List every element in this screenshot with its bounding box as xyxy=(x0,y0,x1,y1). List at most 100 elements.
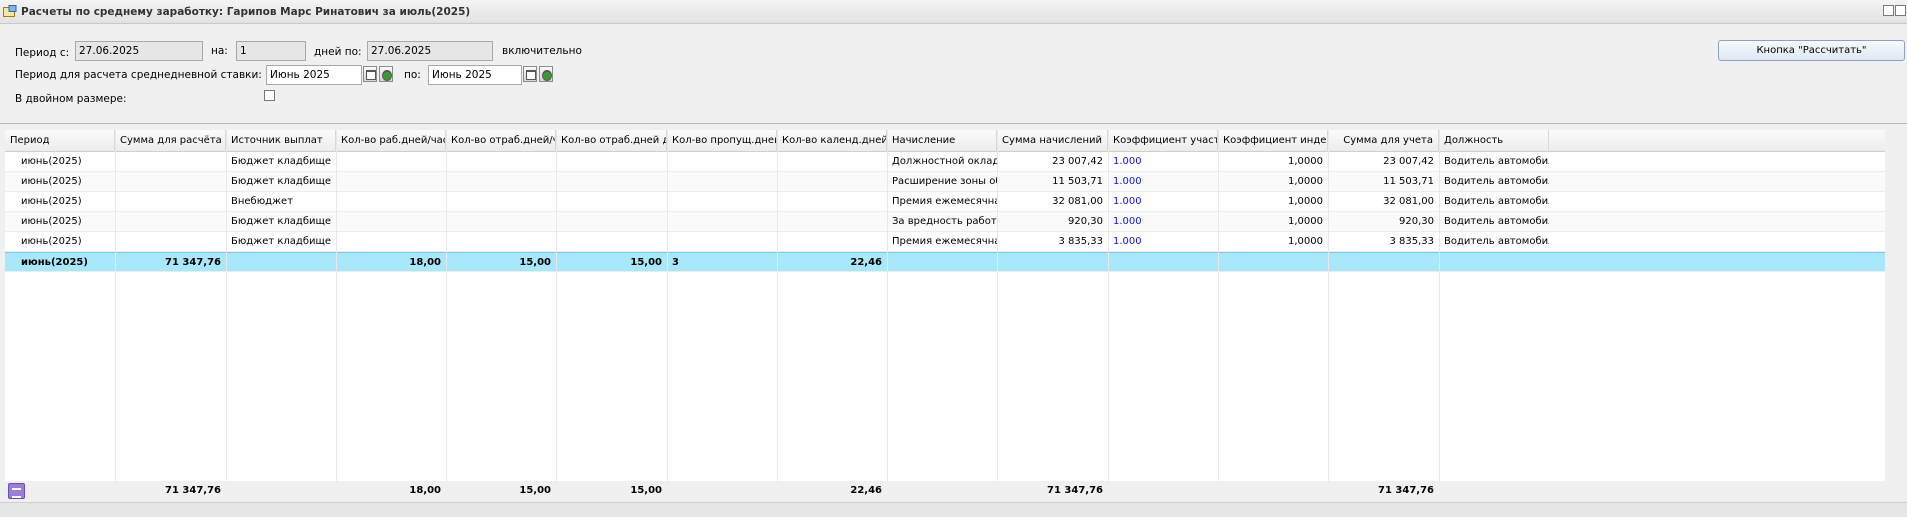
table-cell xyxy=(115,192,226,212)
table-cell xyxy=(226,253,336,273)
column-header[interactable]: Начисление xyxy=(887,130,997,152)
table-cell xyxy=(887,253,997,273)
table-cell xyxy=(115,212,226,232)
column-header[interactable]: Кол-во раб.дней/часов xyxy=(336,130,446,152)
restore-window-button[interactable] xyxy=(1883,5,1894,16)
table-cell: 22,46 xyxy=(850,257,882,268)
table-cell xyxy=(667,212,777,232)
column-header[interactable]: Сумма для расчёта xyxy=(115,130,226,152)
on-label: на: xyxy=(211,45,228,57)
column-header[interactable]: Кол-во календ.дней xyxy=(777,130,887,152)
table-cell: 920,30 xyxy=(1068,216,1103,227)
table-cell xyxy=(556,192,667,212)
column-divider xyxy=(115,130,116,481)
refresh-picker-icon[interactable] xyxy=(379,66,393,82)
days-to-field[interactable]: 27.06.2025 xyxy=(367,41,493,61)
double-size-checkbox[interactable] xyxy=(264,90,275,101)
table-cell xyxy=(446,152,556,172)
table-cell: Бюджет кладбище xyxy=(231,236,332,247)
table-cell: 15,00 xyxy=(630,257,662,268)
table-cell xyxy=(777,172,887,192)
to-label: по: xyxy=(404,69,421,81)
table-cell xyxy=(336,172,446,192)
calendar-picker-icon[interactable] xyxy=(363,66,377,82)
table-cell: 1.000 xyxy=(1113,176,1142,187)
column-header[interactable]: Источник выплат xyxy=(226,130,336,152)
table-footer-totals: 71 347,76 18,00 15,00 15,00 22,46 71 347,76 71… xyxy=(5,481,1885,501)
table-header: Период Сумма для расчёта Источник выплат Ко… xyxy=(5,130,1885,152)
column-header[interactable]: Коэффициент индексац... xyxy=(1218,130,1328,152)
calculate-button[interactable]: Кнопка "Рассчитать" xyxy=(1718,40,1905,61)
table-cell xyxy=(997,253,1108,273)
close-window-button[interactable] xyxy=(1895,5,1906,16)
column-header[interactable]: Кол-во пропущ.дней xyxy=(667,130,777,152)
table-cell: июнь(2025) xyxy=(21,176,82,187)
column-divider xyxy=(336,130,337,481)
table-cell: июнь(2025) xyxy=(21,257,88,268)
table-cell: 15,00 xyxy=(519,257,551,268)
table-cell: 1,0000 xyxy=(1288,236,1323,247)
table-row[interactable]: июнь(2025) Внебюджет Премия ежемесячная (с… xyxy=(5,192,1885,212)
table-cell xyxy=(336,192,446,212)
table-cell xyxy=(115,152,226,172)
horizontal-scrollbar[interactable] xyxy=(0,502,1907,517)
table-cell: Бюджет кладбище xyxy=(231,156,332,167)
refresh-picker-icon[interactable] xyxy=(539,66,553,82)
table-cell xyxy=(446,212,556,232)
avg-period-from-field[interactable]: Июнь 2025 xyxy=(266,65,362,85)
footer-total-cell: 18,00 xyxy=(409,485,441,496)
table-cell xyxy=(556,172,667,192)
table-cell: июнь(2025) xyxy=(21,196,82,207)
column-header[interactable]: Сумма для учета xyxy=(1328,130,1439,152)
table-row[interactable]: июнь(2025) Бюджет кладбище Должностной окл… xyxy=(5,152,1885,172)
table-cell: 23 007,42 xyxy=(1383,156,1434,167)
table-cell: За вредность работы xyxy=(892,216,997,227)
column-divider xyxy=(1108,130,1109,481)
table-cell xyxy=(777,212,887,232)
footer-total-cell: 71 347,76 xyxy=(165,485,221,496)
column-divider xyxy=(1328,130,1329,481)
column-header[interactable]: Сумма начислений xyxy=(997,130,1108,152)
table-cell: 1,0000 xyxy=(1288,196,1323,207)
table-cell: 32 081,00 xyxy=(1383,196,1434,207)
table-cell xyxy=(1218,253,1328,273)
table-cell: Должностной оклад xyxy=(892,156,997,167)
period-from-field[interactable]: 27.06.2025 xyxy=(75,41,203,61)
table-cell: 1,0000 xyxy=(1288,156,1323,167)
table-total-row[interactable]: июнь(2025) 71 347,76 18,00 15,00 15,00 3 22,46 xyxy=(5,252,1885,272)
avg-period-to-field[interactable]: Июнь 2025 xyxy=(428,65,522,85)
column-header[interactable]: Кол-во отраб.дней/часов xyxy=(446,130,556,152)
double-size-label: В двойном размере: xyxy=(15,93,127,105)
column-header[interactable]: Должность xyxy=(1439,130,1549,152)
table-cell xyxy=(667,172,777,192)
inclusive-label: включительно xyxy=(502,45,582,57)
table-row[interactable]: июнь(2025) Бюджет кладбище Премия ежемесяч… xyxy=(5,232,1885,252)
table-row[interactable]: июнь(2025) Бюджет кладбище Расширение зоны… xyxy=(5,172,1885,192)
column-divider xyxy=(1218,130,1219,481)
column-header[interactable]: Коэффициент участия xyxy=(1108,130,1218,152)
table-cell xyxy=(336,232,446,252)
window-title: Расчеты по среднему заработку: Гарипов М… xyxy=(21,6,471,18)
footer-total-cell: 15,00 xyxy=(519,485,551,496)
table-cell xyxy=(446,192,556,212)
footer-total-cell: 71 347,76 xyxy=(1047,485,1103,496)
avg-period-label: Период для расчета среднедневной ставки: xyxy=(15,69,262,81)
column-header[interactable]: Кол-во отраб.дней для ... xyxy=(556,130,667,152)
table-cell: 23 007,42 xyxy=(1052,156,1103,167)
table-row[interactable]: июнь(2025) Бюджет кладбище За вредность ра… xyxy=(5,212,1885,232)
table-cell: 71 347,76 xyxy=(165,257,221,268)
table-cell xyxy=(446,232,556,252)
column-header[interactable]: Период xyxy=(5,130,115,152)
table-cell: 1.000 xyxy=(1113,216,1142,227)
days-count-field[interactable]: 1 xyxy=(236,41,306,61)
table-cell xyxy=(446,172,556,192)
column-divider xyxy=(887,130,888,481)
column-divider xyxy=(777,130,778,481)
summary-toggle-icon[interactable] xyxy=(8,483,25,499)
table-cell: июнь(2025) xyxy=(21,216,82,227)
calendar-picker-icon[interactable] xyxy=(523,66,537,82)
table-cell xyxy=(777,232,887,252)
table-cell: 1.000 xyxy=(1113,236,1142,247)
table-cell xyxy=(667,152,777,172)
table-cell xyxy=(556,232,667,252)
